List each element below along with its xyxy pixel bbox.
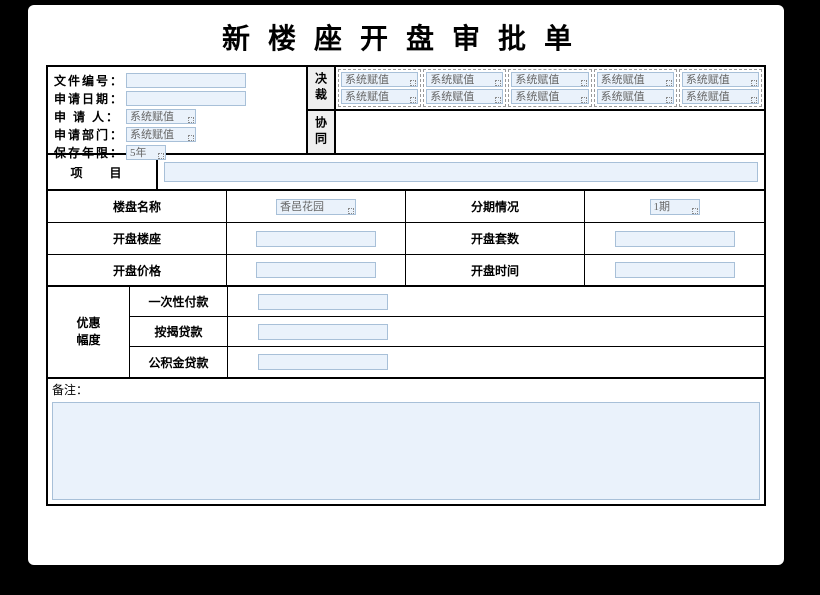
building-input[interactable] bbox=[256, 231, 376, 247]
estate-value[interactable]: 香邑花园 bbox=[276, 199, 356, 215]
phase-value[interactable]: 1期 bbox=[650, 199, 700, 215]
fund-label: 公积金贷款 bbox=[130, 347, 228, 377]
meta-block: 文件编号： 申请日期： 申 请 人： 系统赋值 申请部门： 系统赋值 保存年限： bbox=[48, 67, 306, 153]
approver-slot[interactable]: 系统赋值 bbox=[511, 72, 588, 87]
assist-label: 协同 bbox=[306, 111, 336, 153]
remark-label: 备注： bbox=[48, 379, 764, 400]
project-row: 项 目 bbox=[48, 155, 764, 191]
approver-slot[interactable]: 系统赋值 bbox=[682, 89, 759, 104]
decision-label: 决裁 bbox=[306, 67, 336, 109]
form-title: 新楼座开盘审批单 bbox=[28, 5, 784, 65]
approver-slot[interactable]: 系统赋值 bbox=[511, 89, 588, 104]
building-label: 开盘楼座 bbox=[48, 223, 227, 254]
remark-input[interactable] bbox=[52, 402, 760, 500]
lump-input[interactable] bbox=[258, 294, 388, 310]
apply-date-label: 申请日期： bbox=[54, 90, 126, 107]
assist-cells bbox=[336, 111, 764, 153]
dept-label: 申请部门： bbox=[54, 126, 126, 143]
approver-col: 系统赋值 系统赋值 bbox=[338, 69, 421, 107]
dept-value[interactable]: 系统赋值 bbox=[126, 127, 196, 142]
project-input[interactable] bbox=[164, 162, 758, 182]
doc-no-label: 文件编号： bbox=[54, 72, 126, 89]
approver-slot[interactable]: 系统赋值 bbox=[682, 72, 759, 87]
approver-slot[interactable]: 系统赋值 bbox=[341, 72, 418, 87]
estate-label: 楼盘名称 bbox=[48, 191, 227, 222]
mortgage-label: 按揭贷款 bbox=[130, 317, 228, 346]
fund-input[interactable] bbox=[258, 354, 388, 370]
approver-slot[interactable]: 系统赋值 bbox=[597, 72, 674, 87]
price-label: 开盘价格 bbox=[48, 255, 227, 285]
approver-slot[interactable]: 系统赋值 bbox=[426, 89, 503, 104]
applicant-value[interactable]: 系统赋值 bbox=[126, 109, 196, 124]
grid-row-price: 开盘价格 开盘时间 bbox=[48, 255, 764, 287]
approver-slot[interactable]: 系统赋值 bbox=[426, 72, 503, 87]
grid-row-estate: 楼盘名称 香邑花园 分期情况 1期 bbox=[48, 191, 764, 223]
time-input[interactable] bbox=[615, 262, 735, 278]
time-label: 开盘时间 bbox=[406, 255, 585, 285]
retention-value[interactable]: 5年 bbox=[126, 145, 166, 160]
discount-block: 优惠幅度 一次性付款 按揭贷款 公积金贷款 bbox=[48, 287, 764, 379]
price-input[interactable] bbox=[256, 262, 376, 278]
units-input[interactable] bbox=[615, 231, 735, 247]
discount-side-label: 优惠幅度 bbox=[48, 287, 130, 377]
mortgage-input[interactable] bbox=[258, 324, 388, 340]
approver-col: 系统赋值 系统赋值 bbox=[423, 69, 506, 107]
grid-row-building: 开盘楼座 开盘套数 bbox=[48, 223, 764, 255]
phase-label: 分期情况 bbox=[406, 191, 585, 222]
apply-date-input[interactable] bbox=[126, 91, 246, 106]
approver-slot[interactable]: 系统赋值 bbox=[597, 89, 674, 104]
applicant-label: 申 请 人： bbox=[54, 108, 126, 125]
approver-col: 系统赋值 系统赋值 bbox=[508, 69, 591, 107]
lump-label: 一次性付款 bbox=[130, 287, 228, 316]
project-label: 项 目 bbox=[48, 155, 158, 189]
approver-col: 系统赋值 系统赋值 bbox=[594, 69, 677, 107]
form-body: 文件编号： 申请日期： 申 请 人： 系统赋值 申请部门： 系统赋值 保存年限： bbox=[46, 65, 766, 506]
approval-block: 决裁 系统赋值 系统赋值 系统赋值 系统赋值 系统赋值 系统赋值 bbox=[306, 67, 764, 153]
approver-col: 系统赋值 系统赋值 bbox=[679, 69, 762, 107]
decision-cells: 系统赋值 系统赋值 系统赋值 系统赋值 系统赋值 系统赋值 系统赋值 bbox=[336, 67, 764, 109]
header-section: 文件编号： 申请日期： 申 请 人： 系统赋值 申请部门： 系统赋值 保存年限： bbox=[48, 67, 764, 155]
form-page: 新楼座开盘审批单 文件编号： 申请日期： 申 请 人： 系统赋值 申请部门： bbox=[28, 5, 784, 565]
doc-no-input[interactable] bbox=[126, 73, 246, 88]
approver-slot[interactable]: 系统赋值 bbox=[341, 89, 418, 104]
units-label: 开盘套数 bbox=[406, 223, 585, 254]
